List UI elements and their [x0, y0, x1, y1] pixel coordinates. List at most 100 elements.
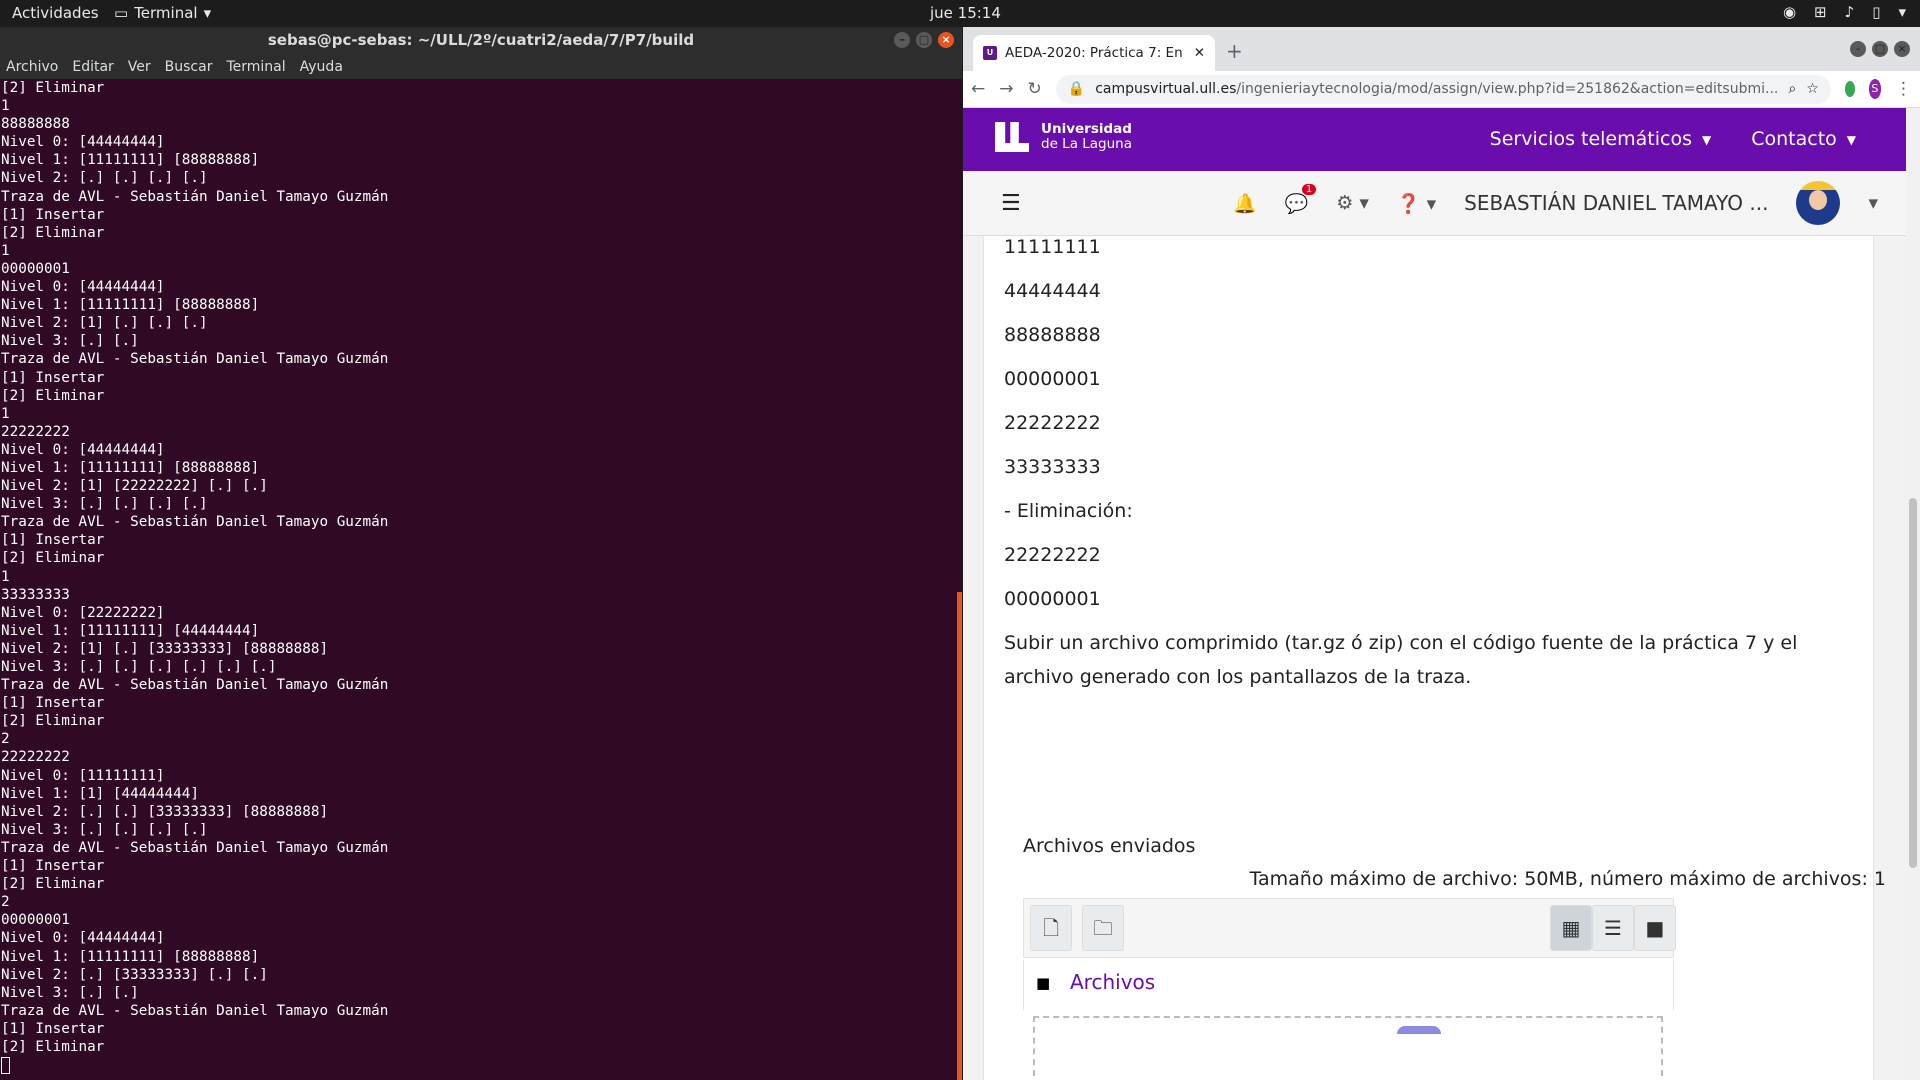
hamburger-menu-icon[interactable]: ☰ [1001, 191, 1021, 216]
top-nav: Servicios telemáticos ▼ Contacto ▼ [1490, 128, 1856, 150]
terminal-line: Nivel 1: [11111111] [88888888] [1, 152, 260, 169]
address-bar[interactable]: 🔒 campusvirtual.ull.es/ingenieriaytecnol… [1055, 74, 1831, 104]
folder-icon: ■ [1036, 974, 1051, 992]
terminal-line: Nivel 2: [1] [22222222] [.] [.] [1, 478, 268, 495]
files-title: Archivos enviados [1023, 835, 1196, 857]
terminal-line: 2 [1, 731, 10, 748]
messages-badge: 1 [1301, 183, 1317, 195]
zoom-icon[interactable]: ⌕ [1788, 81, 1796, 97]
create-folder-icon[interactable]: 🗀 [1082, 905, 1124, 951]
page-scrollbar[interactable] [1906, 108, 1920, 1080]
tree-view-icon[interactable]: ■ [1634, 905, 1676, 951]
back-icon[interactable]: ← [971, 79, 985, 99]
value-line: 33333333 [1004, 456, 1101, 478]
maximize-icon[interactable]: □ [1872, 41, 1888, 57]
terminal-title: sebas@pc-sebas: ~/ULL/2º/cuatri2/aeda/7/… [267, 31, 695, 49]
browser-tab-active[interactable]: U AEDA-2020: Práctica 7: En ✕ [973, 35, 1215, 71]
caret-down-icon: ▼ [1701, 132, 1712, 147]
grid-menu-icon[interactable]: ⚙ ▾ [1336, 192, 1369, 214]
menu-ayuda[interactable]: Ayuda [300, 59, 343, 75]
value-line: 44444444 [1004, 280, 1101, 302]
chevron-down-icon[interactable]: ▾ [1898, 3, 1906, 21]
extension-icon[interactable] [1844, 81, 1855, 97]
new-tab-button[interactable]: + [1226, 39, 1243, 63]
menu-buscar[interactable]: Buscar [165, 59, 213, 75]
value-line: 88888888 [1004, 324, 1101, 346]
bell-icon[interactable]: 🔔 [1233, 192, 1257, 215]
value-line: 22222222 [1004, 412, 1101, 434]
folder-path-link[interactable]: Archivos [1070, 970, 1155, 994]
terminal-line: Traza de AVL - Sebastián Daniel Tamayo G… [1, 839, 389, 856]
terminal-line: Nivel 2: [.] [33333333] [.] [.] [1, 966, 268, 983]
page-scrollbar-thumb[interactable] [1909, 498, 1917, 868]
volume-icon[interactable]: ♪ [1845, 3, 1855, 21]
lock-icon[interactable]: 🔒 [1068, 81, 1085, 97]
terminal-line: Nivel 0: [44444444] [1, 441, 165, 458]
caret-down-icon: ▼ [1846, 132, 1856, 147]
ull-header: Universidad de La Laguna Servicios telem… [963, 108, 1906, 171]
terminal-line: 1 [1, 568, 10, 585]
discord-icon[interactable]: ◉ [1783, 3, 1796, 21]
terminal-line: [2] Eliminar [1, 387, 105, 404]
moodle-navbar: ☰ 🔔 💬 1 ⚙ ▾ ❓ ▾ SEBASTIÁN DANIEL TAMAYO .… [963, 171, 1906, 236]
terminal-line: Traza de AVL - Sebastián Daniel Tamayo G… [1, 677, 389, 694]
terminal-line: [2] Eliminar [1, 224, 105, 241]
network-icon[interactable]: ⊞ [1814, 3, 1827, 21]
terminal-titlebar[interactable]: sebas@pc-sebas: ~/ULL/2º/cuatri2/aeda/7/… [0, 27, 962, 54]
menu-terminal[interactable]: Terminal [226, 59, 285, 75]
maximize-icon[interactable]: □ [916, 32, 932, 48]
nav-servicios-telematicos[interactable]: Servicios telemáticos ▼ [1490, 128, 1712, 150]
terminal-line: Nivel 2: [1] [.] [33333333] [88888888] [1, 640, 329, 657]
close-icon[interactable]: × [938, 32, 954, 48]
terminal-line: [1] Insertar [1, 369, 105, 386]
terminal-line: Nivel 1: [11111111] [88888888] [1, 297, 260, 314]
terminal-line: Nivel 3: [.] [.] [.] [.] [1, 821, 208, 838]
terminal-output[interactable]: [2] Eliminar 1 88888888 Nivel 0: [444444… [0, 79, 955, 1080]
terminal-line: Traza de AVL - Sebastián Daniel Tamayo G… [1, 514, 389, 531]
system-tray[interactable]: ◉ ⊞ ♪ ▯ ▾ [1783, 3, 1906, 21]
user-name[interactable]: SEBASTIÁN DANIEL TAMAYO ... [1464, 191, 1768, 215]
menu-editar[interactable]: Editar [72, 59, 113, 75]
ull-logo[interactable]: Universidad de La Laguna [995, 122, 1132, 152]
menu-ver[interactable]: Ver [128, 59, 151, 75]
minimize-icon[interactable]: – [894, 32, 910, 48]
terminal-text: [2] Eliminar 1 88888888 Nivel 0: [444444… [0, 79, 955, 1074]
terminal-scrollbar[interactable] [957, 592, 962, 1080]
nav-contacto[interactable]: Contacto ▼ [1751, 128, 1856, 150]
add-file-icon[interactable]: 🗋 [1030, 905, 1072, 951]
user-menu-caret-icon[interactable]: ▾ [1868, 192, 1878, 214]
tab-close-icon[interactable]: ✕ [1194, 45, 1205, 61]
app-menu[interactable]: ▭ Terminal ▾ [114, 4, 211, 22]
terminal-line: Nivel 2: [1] [.] [.] [.] [1, 315, 208, 332]
terminal-line: Traza de AVL - Sebastián Daniel Tamayo G… [1, 1002, 389, 1019]
messages-icon[interactable]: 💬 1 [1285, 183, 1317, 215]
terminal-line: Nivel 1: [11111111] [44444444] [1, 622, 260, 639]
dropzone-marker [1397, 1026, 1441, 1034]
profile-avatar[interactable]: S [1868, 79, 1881, 99]
grid-view-icon[interactable]: ▦ [1550, 905, 1592, 951]
terminal-line: [1] Insertar [1, 206, 105, 223]
forward-icon[interactable]: → [999, 79, 1013, 99]
terminal-line: 00000001 [1, 260, 70, 277]
terminal-line: Nivel 1: [11111111] [88888888] [1, 459, 260, 476]
user-avatar[interactable] [1796, 181, 1841, 225]
close-icon[interactable]: × [1894, 41, 1910, 57]
logo-line2: de La Laguna [1041, 136, 1132, 152]
file-dropzone[interactable] [1033, 1016, 1663, 1076]
help-icon[interactable]: ❓ ▾ [1397, 192, 1436, 215]
activities-button[interactable]: Actividades [12, 4, 99, 22]
bookmark-star-icon[interactable]: ☆ [1806, 81, 1819, 97]
browser-menu-icon[interactable]: ⋮ [1895, 79, 1912, 99]
terminal-line: [1] Insertar [1, 532, 105, 549]
terminal-line: 22222222 [1, 423, 70, 440]
list-view-icon[interactable]: ☰ [1592, 905, 1634, 951]
reload-icon[interactable]: ↻ [1028, 79, 1042, 99]
clock[interactable]: jue 15:14 [930, 4, 1001, 22]
terminal-menubar: Archivo Editar Ver Buscar Terminal Ayuda [0, 54, 962, 79]
url-host: campusvirtual.ull.es [1095, 81, 1237, 97]
menu-archivo[interactable]: Archivo [6, 59, 58, 75]
files-limits: Tamaño máximo de archivo: 50MB, número m… [1249, 868, 1886, 890]
minimize-icon[interactable]: – [1850, 41, 1866, 57]
battery-icon[interactable]: ▯ [1872, 3, 1880, 21]
terminal-line: Nivel 2: [.] [.] [33333333] [88888888] [1, 803, 329, 820]
